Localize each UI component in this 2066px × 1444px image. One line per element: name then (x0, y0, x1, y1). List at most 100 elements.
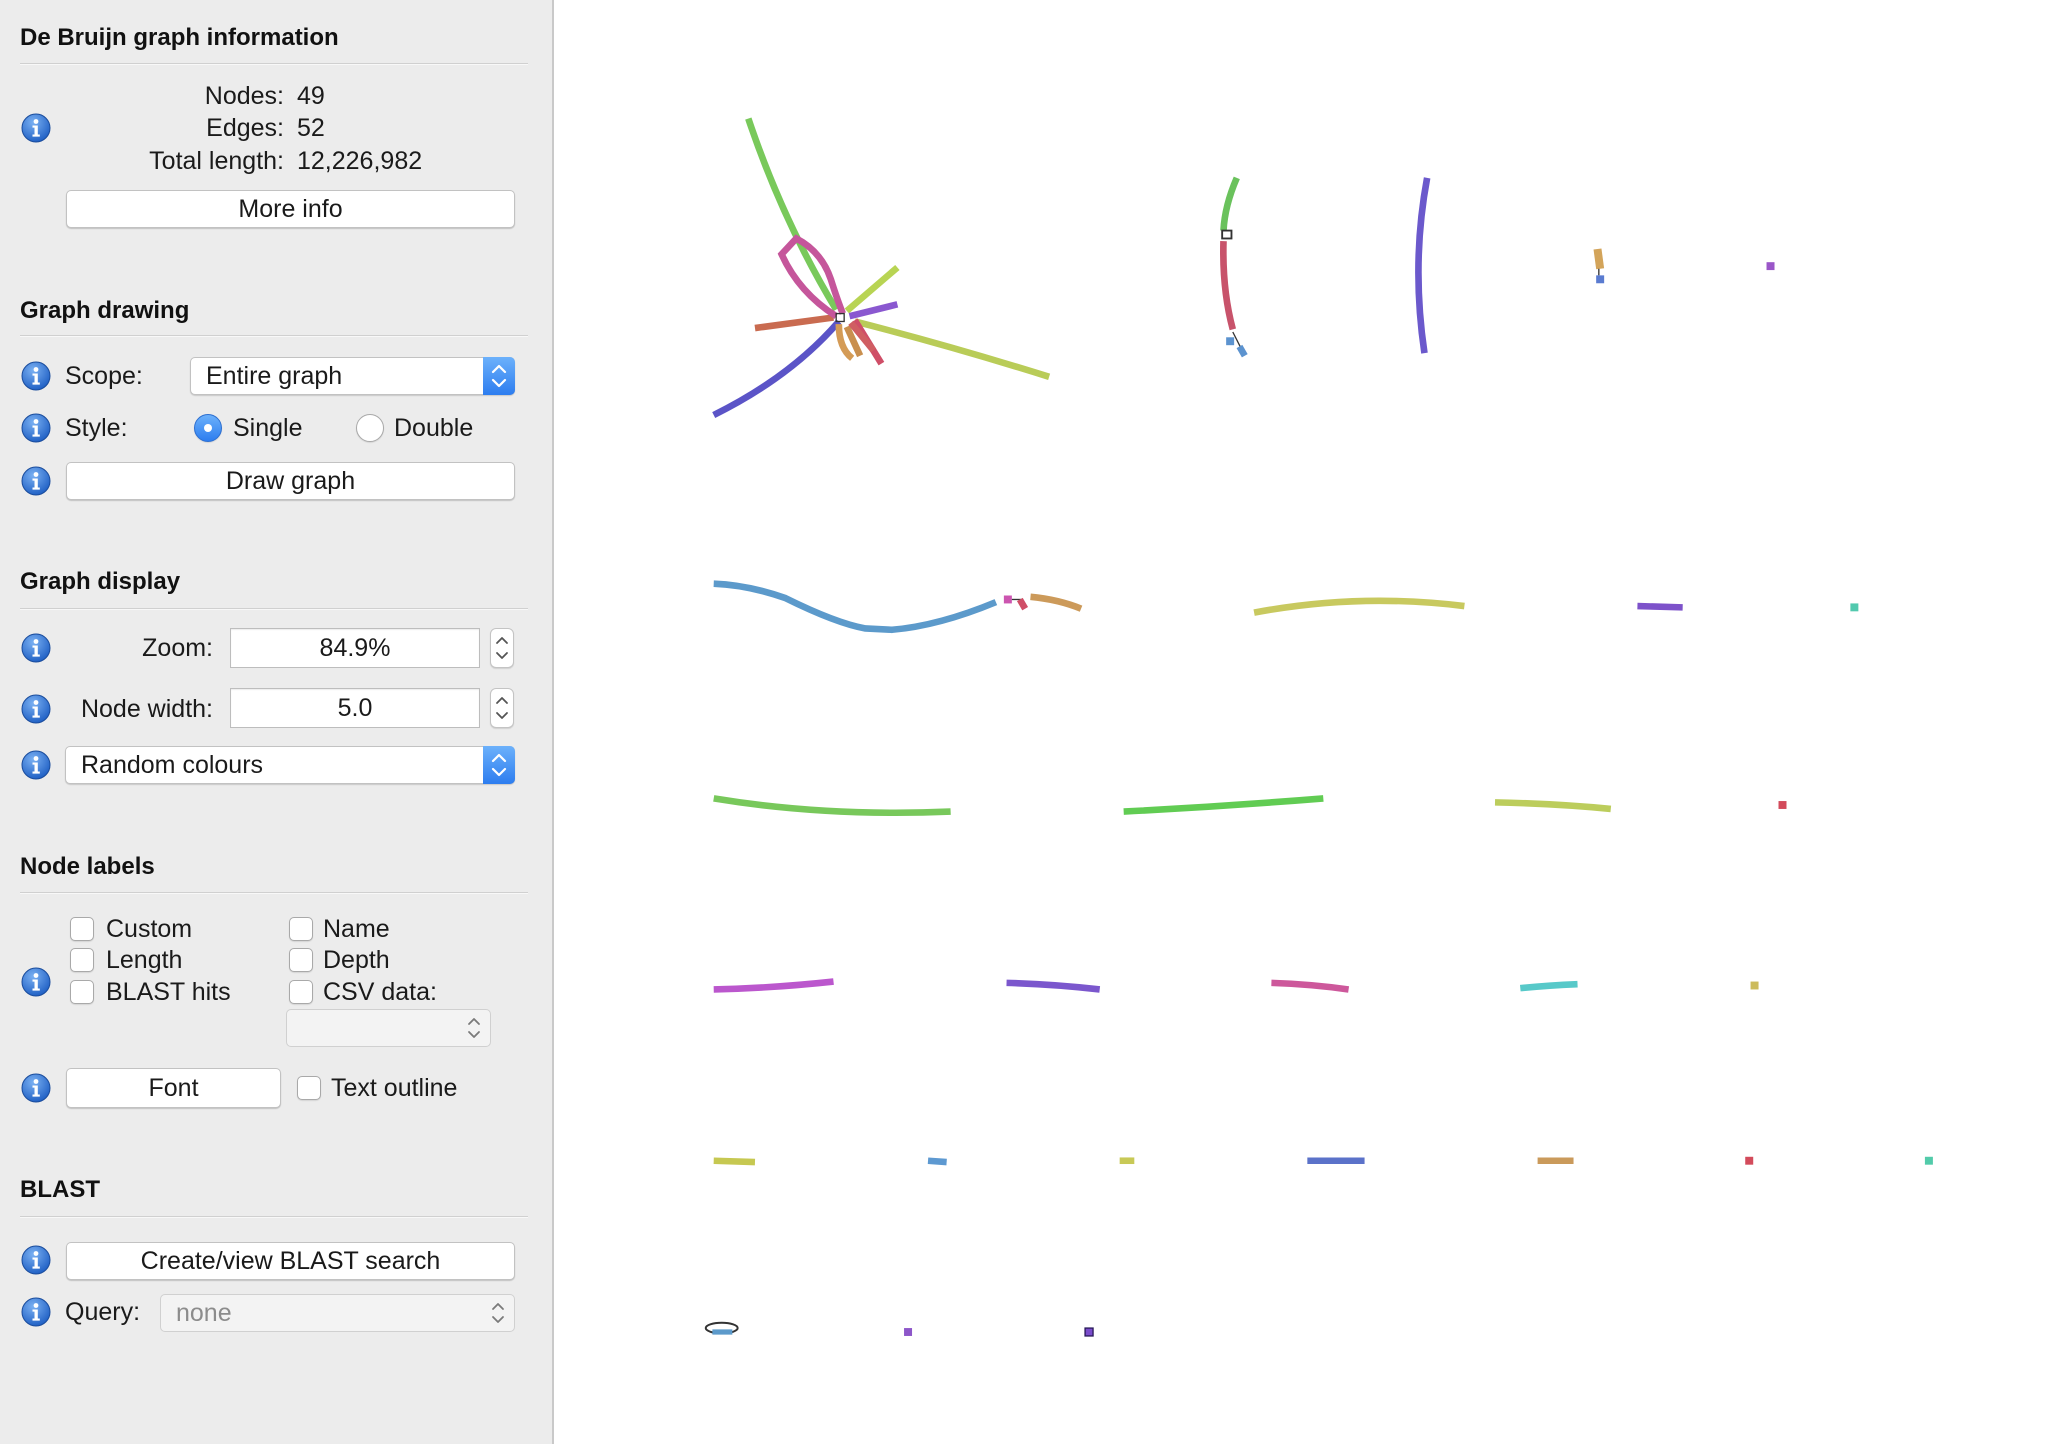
graph-node[interactable] (1220, 176, 1240, 231)
name-label-checkbox[interactable] (289, 917, 313, 941)
graph-node[interactable] (853, 318, 1051, 380)
name-label-text[interactable]: Name (323, 913, 390, 945)
control-panel: De Bruijn graph information Nodes: 49 Ed… (0, 0, 554, 1444)
info-icon (21, 413, 51, 443)
total-length-label: Total length: (149, 147, 284, 175)
graph-node[interactable] (713, 795, 951, 817)
section-divider (20, 63, 528, 65)
graph-node[interactable] (1123, 795, 1324, 815)
style-double-radio[interactable] (356, 414, 384, 442)
graph-node[interactable] (1596, 275, 1605, 284)
nodes-label: Nodes: (204, 82, 284, 110)
graph-node[interactable] (713, 1157, 756, 1166)
graph-node[interactable] (754, 314, 834, 332)
style-double-label[interactable]: Double (394, 412, 473, 444)
graph-node[interactable] (1220, 241, 1237, 331)
csv-data-label-text[interactable]: CSV data: (323, 976, 437, 1008)
section-divider (20, 1216, 528, 1218)
graph-node[interactable] (1750, 981, 1759, 990)
chevron-up-down-icon (486, 1295, 510, 1331)
query-label: Query: (65, 1298, 141, 1326)
graph-node[interactable] (1415, 177, 1431, 354)
graph-node[interactable] (1637, 602, 1683, 611)
edges-value: 52 (297, 114, 325, 142)
graph-edge (1221, 229, 1233, 240)
graph-node[interactable] (1003, 595, 1012, 604)
node-width-label: Node width: (80, 695, 213, 723)
node-width-input[interactable] (230, 688, 480, 728)
more-info-button[interactable]: More info (66, 190, 515, 228)
colour-scheme-select[interactable]: Random colours (65, 746, 515, 784)
section-divider (20, 892, 528, 894)
nodes-value: 49 (297, 82, 325, 110)
length-label-text[interactable]: Length (106, 944, 182, 976)
graph-canvas[interactable] (554, 0, 2066, 1444)
text-outline-checkbox[interactable] (297, 1076, 321, 1100)
style-single-label[interactable]: Single (233, 412, 303, 444)
colour-scheme-value: Random colours (81, 751, 264, 779)
info-icon (21, 113, 51, 143)
graph-node[interactable] (1236, 344, 1248, 358)
info-icon (21, 466, 51, 496)
draw-graph-button[interactable]: Draw graph (66, 462, 515, 500)
graph-node[interactable] (1766, 262, 1775, 271)
scope-select-value: Entire graph (206, 362, 343, 390)
section-title-graph-display: Graph display (20, 568, 181, 595)
custom-label-text[interactable]: Custom (106, 913, 192, 945)
graph-node[interactable] (745, 117, 840, 312)
csv-data-label-checkbox[interactable] (289, 980, 313, 1004)
blast-hits-label-text[interactable]: BLAST hits (106, 976, 231, 1008)
query-select-value: none (176, 1299, 232, 1327)
graph-node[interactable] (1850, 603, 1859, 612)
scope-select[interactable]: Entire graph (190, 357, 515, 395)
csv-column-select[interactable] (286, 1009, 491, 1047)
graph-node[interactable] (1745, 1156, 1754, 1165)
scope-label: Scope: (65, 362, 143, 390)
depth-label-text[interactable]: Depth (323, 944, 390, 976)
font-button[interactable]: Font (66, 1068, 281, 1108)
graph-drawing[interactable] (554, 0, 2066, 1444)
info-icon (21, 967, 51, 997)
query-select[interactable]: none (160, 1294, 515, 1332)
text-outline-label[interactable]: Text outline (331, 1072, 457, 1104)
node-width-stepper[interactable] (490, 688, 514, 728)
section-divider (20, 335, 528, 337)
chevron-up-down-icon (483, 746, 515, 784)
custom-label-checkbox[interactable] (70, 917, 94, 941)
info-icon (21, 1245, 51, 1275)
graph-node[interactable] (1084, 1327, 1094, 1337)
zoom-input[interactable] (230, 628, 480, 668)
graph-node[interactable] (927, 1157, 947, 1166)
chevron-up-down-icon (483, 357, 515, 395)
graph-node[interactable] (712, 319, 842, 418)
chevron-up-down-icon (496, 637, 508, 659)
graph-node[interactable] (1016, 597, 1029, 611)
graph-node[interactable] (1006, 979, 1101, 993)
graph-node[interactable] (904, 1328, 913, 1336)
graph-node[interactable] (1494, 799, 1612, 813)
zoom-label: Zoom: (142, 634, 213, 662)
graph-node[interactable] (1226, 337, 1235, 346)
info-icon (21, 361, 51, 391)
graph-node[interactable] (1253, 597, 1465, 616)
graph-node[interactable] (1924, 1156, 1933, 1165)
section-title-node-labels: Node labels (20, 853, 155, 880)
length-label-checkbox[interactable] (70, 948, 94, 972)
graph-node[interactable] (1030, 593, 1083, 612)
style-single-radio[interactable] (194, 414, 222, 442)
zoom-stepper[interactable] (490, 628, 514, 668)
graph-node[interactable] (1778, 801, 1787, 809)
graph-node[interactable] (713, 580, 998, 634)
graph-node[interactable] (1593, 248, 1605, 270)
blast-search-button[interactable]: Create/view BLAST search (66, 1242, 515, 1280)
style-label: Style: (65, 414, 128, 442)
info-icon (21, 1297, 51, 1327)
blast-hits-label-checkbox[interactable] (70, 980, 94, 1004)
section-divider (20, 608, 528, 610)
graph-node[interactable] (1519, 980, 1578, 992)
depth-label-checkbox[interactable] (289, 948, 313, 972)
info-icon (21, 1073, 51, 1103)
graph-node[interactable] (1271, 979, 1350, 993)
graph-node[interactable] (713, 978, 834, 993)
section-title-blast: BLAST (20, 1176, 100, 1203)
